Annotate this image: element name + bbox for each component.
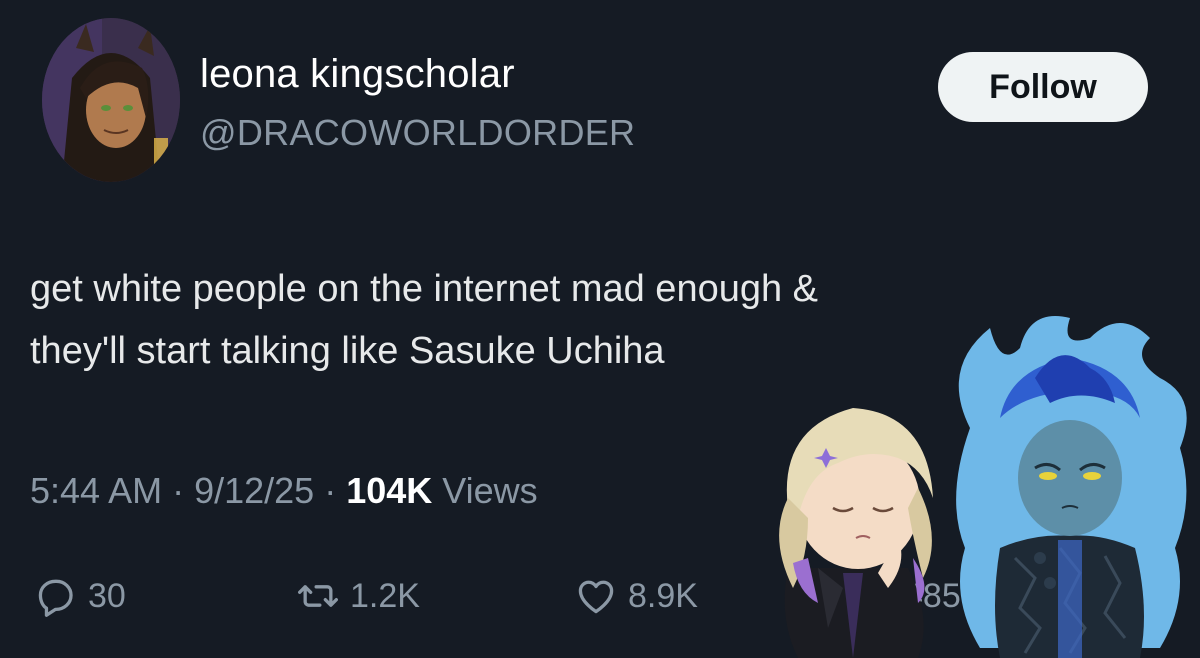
- reply-button[interactable]: 30: [34, 572, 126, 620]
- display-name[interactable]: leona kingscholar: [200, 52, 515, 97]
- reply-icon: [38, 579, 73, 617]
- like-button[interactable]: 8.9K: [574, 572, 698, 620]
- like-count: 8.9K: [628, 576, 698, 615]
- separator: ·: [314, 470, 347, 511]
- repost-icon: [298, 585, 338, 607]
- tweet-time[interactable]: 5:44 AM: [30, 470, 162, 511]
- repost-count: 1.2K: [350, 576, 420, 615]
- repost-button[interactable]: 1.2K: [296, 572, 420, 620]
- tweet-date[interactable]: 9/12/25: [194, 470, 314, 511]
- chibi-blue-flame-sticker: [956, 316, 1187, 658]
- separator: ·: [162, 470, 195, 511]
- views-count: 104K: [346, 470, 433, 511]
- chibi-blonde-sticker: [779, 408, 933, 658]
- heart-icon: [578, 580, 614, 614]
- avatar[interactable]: [42, 18, 180, 182]
- user-handle[interactable]: @DRACOWORLDORDER: [200, 112, 635, 154]
- tweet-meta: 5:44 AM · 9/12/25 · 104K Views: [30, 470, 538, 512]
- follow-button[interactable]: Follow: [938, 52, 1148, 122]
- views-label: Views: [432, 470, 538, 511]
- reply-count: 30: [88, 576, 126, 615]
- avatar-illustration: [42, 18, 180, 182]
